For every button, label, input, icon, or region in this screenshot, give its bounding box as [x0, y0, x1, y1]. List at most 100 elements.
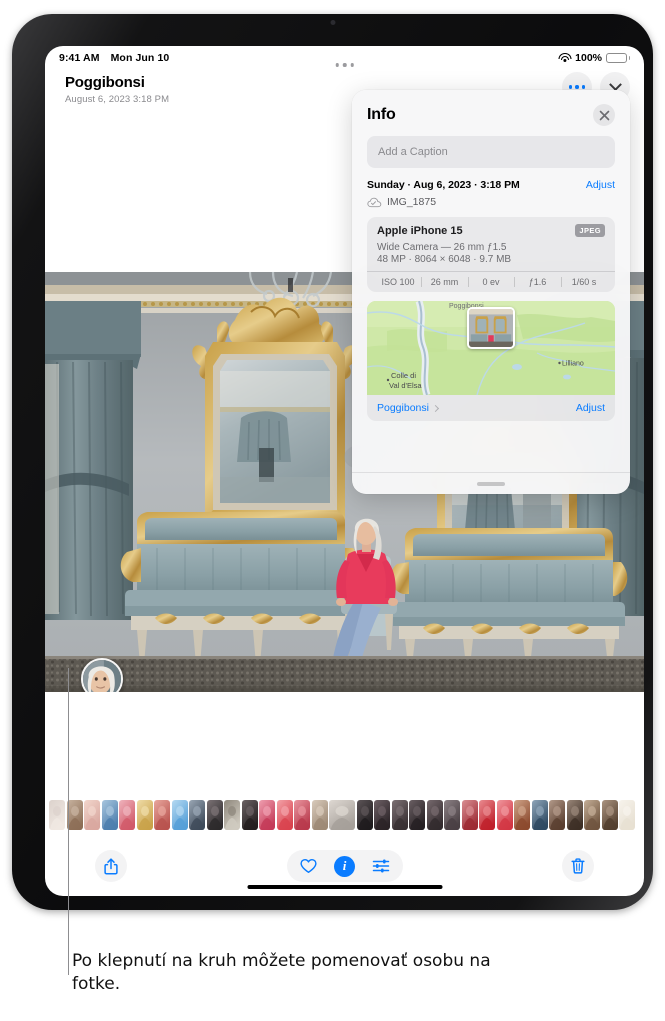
location-card[interactable]: Poggibonsi Lilliano Colle di Val d'Elsa	[367, 301, 615, 421]
info-panel[interactable]: Info Add a Caption Sunday · Aug 6, 2023 …	[352, 90, 630, 494]
exif-aperture: ƒ1.6	[528, 277, 547, 287]
filmstrip-thumbnail[interactable]	[329, 800, 355, 830]
photo-thumbnail	[469, 309, 513, 347]
thumbnail-image	[276, 800, 293, 830]
thumbnail-image	[171, 800, 188, 830]
thumbnail-image	[294, 800, 310, 830]
thumbnail-image	[329, 800, 355, 830]
filmstrip-thumbnail[interactable]	[101, 800, 118, 830]
filmstrip-thumbnail[interactable]	[601, 800, 618, 830]
thumbnail-image	[391, 800, 408, 830]
adjust-date-button[interactable]: Adjust	[586, 179, 615, 191]
photo-filename: IMG_1875	[387, 196, 437, 208]
thumbnail-image	[224, 800, 240, 830]
filmstrip-thumbnail[interactable]	[426, 800, 443, 830]
filmstrip-thumbnail[interactable]	[189, 800, 205, 830]
exif-ev: 0 ev	[482, 277, 500, 287]
info-panel-title: Info	[367, 106, 396, 123]
location-footer: Poggibonsi Adjust	[367, 395, 615, 421]
filmstrip-thumbnail[interactable]	[276, 800, 293, 830]
photo-thumbnail-marker[interactable]	[467, 307, 515, 349]
callout-text: Po klepnutí na kruh môžete pomenovať oso…	[72, 951, 491, 994]
map-preview[interactable]: Poggibonsi Lilliano Colle di Val d'Elsa	[367, 301, 615, 395]
filmstrip-thumbnail[interactable]	[549, 800, 565, 830]
filmstrip-thumbnail[interactable]	[259, 800, 275, 830]
photo-filmstrip[interactable]	[45, 798, 644, 832]
status-bar-left: 9:41 AM Mon Jun 10	[59, 52, 169, 64]
sliders-icon	[372, 859, 389, 873]
thumbnail-image	[549, 800, 565, 830]
caption-placeholder: Add a Caption	[378, 146, 448, 158]
filmstrip-thumbnail[interactable]	[461, 800, 478, 830]
avatar	[83, 660, 121, 692]
status-date: Mon Jun 10	[110, 52, 170, 64]
filmstrip-thumbnail[interactable]	[356, 800, 373, 830]
filmstrip-thumbnail[interactable]	[479, 800, 495, 830]
thumbnail-image	[531, 800, 548, 830]
device-screen: 9:41 AM Mon Jun 10 100% Poggibonsi Augus…	[45, 46, 644, 896]
filmstrip-thumbnail[interactable]	[84, 800, 100, 830]
filmstrip-thumbnail[interactable]	[584, 800, 600, 830]
battery-percent: 100%	[575, 52, 602, 64]
thumbnail-image	[154, 800, 170, 830]
filmstrip-thumbnail[interactable]	[496, 800, 513, 830]
filmstrip-thumbnail[interactable]	[241, 800, 258, 830]
close-icon	[599, 110, 609, 120]
filmstrip-thumbnail[interactable]	[531, 800, 548, 830]
delete-button[interactable]	[562, 850, 594, 882]
filmstrip-thumbnail[interactable]	[49, 800, 65, 830]
exif-iso: ISO 100	[381, 277, 415, 287]
home-indicator	[247, 884, 442, 889]
page-title: Poggibonsi	[65, 74, 145, 91]
screenshot-root: 9:41 AM Mon Jun 10 100% Poggibonsi Augus…	[0, 0, 665, 1021]
filmstrip-thumbnail[interactable]	[136, 800, 153, 830]
format-badge: JPEG	[575, 224, 605, 237]
device-name-row: Apple iPhone 15 JPEG	[367, 217, 615, 242]
filmstrip-thumbnail[interactable]	[514, 800, 530, 830]
filmstrip-thumbnail[interactable]	[119, 800, 135, 830]
exif-focal: 26 mm	[430, 277, 459, 287]
thumbnail-image	[496, 800, 513, 830]
edit-adjust-button[interactable]	[368, 853, 394, 879]
place-link[interactable]: Poggibonsi	[377, 402, 440, 414]
filmstrip-thumbnail[interactable]	[619, 800, 635, 830]
thumbnail-image	[84, 800, 100, 830]
thumbnail-image	[514, 800, 530, 830]
filmstrip-thumbnail[interactable]	[374, 800, 390, 830]
thumbnail-image	[479, 800, 495, 830]
filmstrip-thumbnail[interactable]	[154, 800, 170, 830]
filmstrip-thumbnail[interactable]	[171, 800, 188, 830]
share-button[interactable]	[95, 850, 127, 882]
filmstrip-thumbnail[interactable]	[409, 800, 425, 830]
filmstrip-thumbnail[interactable]	[224, 800, 240, 830]
thumbnail-image	[461, 800, 478, 830]
thumbnail-image	[259, 800, 275, 830]
left-mirror	[192, 297, 358, 534]
info-button[interactable]: i	[332, 853, 358, 879]
filmstrip-thumbnail[interactable]	[391, 800, 408, 830]
caption-input[interactable]: Add a Caption	[367, 136, 615, 168]
drag-handle-icon[interactable]	[477, 482, 505, 486]
filmstrip-thumbnail[interactable]	[311, 800, 328, 830]
multitask-handle-icon[interactable]	[335, 63, 354, 67]
exif-shutter: 1/60 s	[571, 277, 597, 287]
filmstrip-thumbnail[interactable]	[294, 800, 310, 830]
svg-text:Lilliano: Lilliano	[562, 361, 584, 368]
thumbnail-image	[426, 800, 443, 830]
filmstrip-thumbnail[interactable]	[444, 800, 460, 830]
callout-leader-line	[68, 668, 69, 975]
favorite-button[interactable]	[296, 853, 322, 879]
thumbnail-image	[374, 800, 390, 830]
image-specs: 48 MP · 8064 × 6048 · 9.7 MB	[377, 254, 512, 265]
photo-actions-group: i	[286, 850, 403, 882]
thumbnail-image	[619, 800, 635, 830]
face-detection-circle[interactable]	[81, 658, 123, 692]
heart-icon	[300, 858, 317, 873]
filmstrip-thumbnail[interactable]	[206, 800, 223, 830]
close-button[interactable]	[593, 104, 615, 126]
thumbnail-image	[101, 800, 118, 830]
thumbnail-image	[566, 800, 583, 830]
thumbnail-image	[356, 800, 373, 830]
adjust-location-button[interactable]: Adjust	[576, 402, 605, 414]
filmstrip-thumbnail[interactable]	[566, 800, 583, 830]
